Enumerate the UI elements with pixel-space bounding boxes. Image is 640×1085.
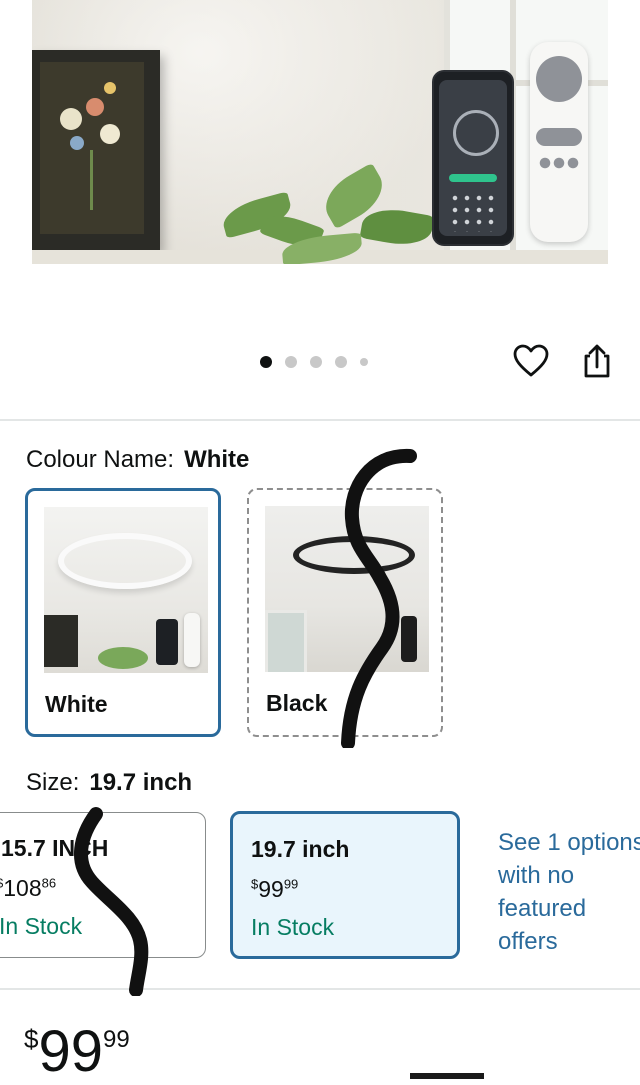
app-phone-illustration (432, 70, 514, 246)
colour-label: Colour Name: (26, 446, 175, 473)
price-whole: 99 (38, 1019, 103, 1084)
framed-painting (32, 50, 160, 250)
see-options-link[interactable]: See 1 options with no featured offers (498, 826, 640, 958)
size-label-row: Size: 19.7 inch (26, 769, 192, 797)
colour-option-label: White (45, 691, 108, 717)
colour-thumb-black (265, 506, 429, 672)
size-option-price: $10886 (0, 875, 57, 901)
size-option-price: $9999 (251, 876, 299, 902)
carousel-dot[interactable] (310, 356, 322, 368)
carousel-dot[interactable] (260, 356, 272, 368)
price-cents: 99 (102, 1026, 130, 1053)
home-indicator (410, 1073, 484, 1079)
size-selected-value: 19.7 inch (89, 769, 193, 796)
price-symbol: $ (24, 1024, 39, 1054)
share-icon[interactable] (580, 343, 614, 379)
carousel-dot[interactable] (335, 356, 347, 368)
carousel-dot[interactable] (360, 358, 368, 366)
section-divider (0, 419, 640, 421)
carousel-indicator (260, 355, 368, 369)
colour-option-label: Black (266, 690, 328, 716)
product-image[interactable] (32, 0, 608, 264)
colour-option-white[interactable]: White (25, 488, 221, 737)
size-option-stock: In Stock (0, 913, 83, 939)
size-label: Size: (26, 769, 80, 796)
size-option-title: 15.7 INCH (1, 835, 109, 861)
size-option-19-7[interactable]: 19.7 inch $9999 In Stock (230, 811, 460, 959)
size-option-15-7[interactable]: 15.7 INCH $10886 In Stock (0, 812, 206, 958)
size-option-stock: In Stock (251, 914, 335, 940)
colour-thumb-white (44, 507, 208, 673)
price-display: $9999 (24, 1018, 130, 1085)
colour-selected-value: White (184, 446, 250, 473)
colour-option-black[interactable]: Black (247, 488, 443, 737)
section-divider (0, 988, 640, 990)
carousel-dot[interactable] (285, 356, 297, 368)
size-option-title: 19.7 inch (251, 836, 350, 862)
remote-control-illustration (530, 42, 588, 242)
colour-label-row: Colour Name: White (26, 446, 249, 474)
heart-icon[interactable] (512, 343, 550, 379)
